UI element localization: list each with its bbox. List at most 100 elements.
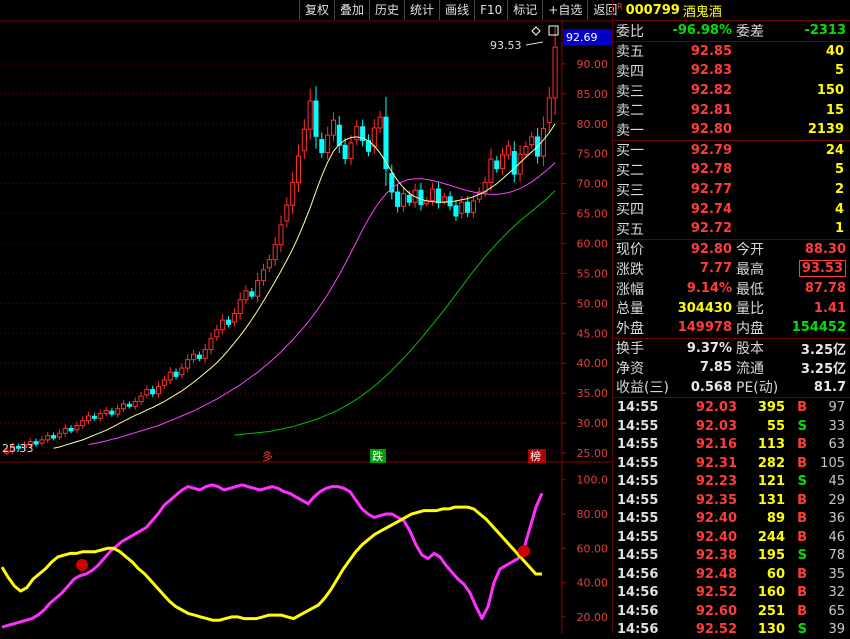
ask-volume: 15 <box>825 102 844 118</box>
tick-row: 14:55 92.31 282 B 105 <box>613 454 850 473</box>
stock-name[interactable]: 酒鬼酒 <box>683 1 722 20</box>
stat-label: PE(动) <box>736 380 779 397</box>
tick-side: B <box>797 455 807 471</box>
candle-body <box>266 259 272 269</box>
candle-body <box>290 181 296 206</box>
candle-body <box>208 338 214 350</box>
toolbar-button-2[interactable]: 历史 <box>369 0 404 20</box>
bid-volume: 1 <box>834 221 844 237</box>
tick-count: 36 <box>828 511 845 527</box>
marker-die-label: 跌 <box>372 449 383 463</box>
tick-price: 92.52 <box>695 622 737 638</box>
ask-volume: 150 <box>816 83 844 99</box>
osc-cross-marker <box>76 559 88 571</box>
bid-price[interactable]: 92.79 <box>650 143 732 158</box>
bid-label: 买一 <box>616 143 644 160</box>
candle-body <box>470 200 476 213</box>
tick-row: 14:55 92.03 395 B 97 <box>613 398 850 417</box>
tick-volume: 131 <box>757 492 785 508</box>
bid-price[interactable]: 92.74 <box>650 202 732 217</box>
tick-price: 92.03 <box>695 418 737 434</box>
tick-price: 92.48 <box>695 566 737 582</box>
tick-row: 14:55 92.03 55 S 33 <box>613 417 850 436</box>
toolbar-button-5[interactable]: F10 <box>474 0 507 20</box>
tick-volume: 244 <box>757 529 785 545</box>
ask-price[interactable]: 92.85 <box>650 44 732 59</box>
quote-label: 最低 <box>736 281 764 298</box>
bid-price[interactable]: 92.72 <box>650 221 732 236</box>
candle-body <box>249 291 255 297</box>
osc-tick-label: 100.0 <box>577 474 609 487</box>
candle-body <box>126 403 132 407</box>
candle-body <box>45 435 51 441</box>
ask-price[interactable]: 92.80 <box>650 122 732 137</box>
stats-list: 换手 9.37% 股本 3.25亿 净资 7.85 流通 3.25亿 收益(三) 0.568 PE(… <box>613 339 850 399</box>
toolbar-button-3[interactable]: 统计 <box>404 0 439 20</box>
bid-price[interactable]: 92.77 <box>650 182 732 197</box>
quote-label: 总量 <box>616 301 644 318</box>
ask-label: 卖五 <box>616 44 644 61</box>
candle-body <box>418 189 424 206</box>
candle-body <box>301 128 307 152</box>
bid-label: 买三 <box>616 182 644 199</box>
tick-count: 78 <box>828 548 845 564</box>
tick-time: 14:55 <box>617 437 659 453</box>
candle-body <box>371 127 377 148</box>
tick-price: 92.60 <box>695 603 737 619</box>
osc-tick-label: 60.00 <box>577 542 609 555</box>
ask-row: 卖四 92.83 5 <box>613 61 850 81</box>
bid-volume: 4 <box>834 201 844 217</box>
bid-price[interactable]: 92.78 <box>650 162 732 177</box>
candle-body <box>144 389 150 396</box>
tick-row: 14:55 92.40 244 B 46 <box>613 528 850 547</box>
price-tick-label: 65.00 <box>577 208 609 221</box>
ask-price[interactable]: 92.83 <box>650 63 732 78</box>
candle-body <box>103 410 109 415</box>
window-icon <box>548 25 559 36</box>
tick-volume: 121 <box>757 474 785 490</box>
current-price-label: 92.69 <box>566 31 598 44</box>
price-tick-label: 50.00 <box>577 297 609 310</box>
tick-time: 14:55 <box>617 400 659 416</box>
toolbar-button-0[interactable]: 复权 <box>299 0 334 20</box>
tick-time: 14:55 <box>617 474 659 490</box>
stock-code[interactable]: 000799 <box>626 3 680 18</box>
toolbar-button-4[interactable]: 画线 <box>439 0 474 20</box>
quote-value-wrap: 93.53 <box>772 260 846 278</box>
tick-row: 14:55 92.16 113 B 63 <box>613 435 850 454</box>
tick-volume: 251 <box>757 603 785 619</box>
candle-body <box>406 194 412 203</box>
tick-side: B <box>797 585 807 601</box>
stat-row: 换手 9.37% 股本 3.25亿 <box>613 339 850 359</box>
candle-body <box>243 290 249 301</box>
candle-body <box>336 124 342 146</box>
stat-row: 净资 7.85 流通 3.25亿 <box>613 358 850 378</box>
tick-side: B <box>797 529 807 545</box>
kline-chart[interactable]: 25.00 30.00 35.00 40.00 45.00 50.00 55.00 60.00… <box>0 0 612 634</box>
weibi-row: 委比 -96.98% 委差 -2313 <box>613 21 850 42</box>
ask-price[interactable]: 92.81 <box>650 103 732 118</box>
bid-row: 买三 92.77 2 <box>613 180 850 200</box>
candle-body <box>68 427 74 432</box>
ask-label: 卖一 <box>616 122 644 139</box>
toolbar-button-1[interactable]: 叠加 <box>334 0 369 20</box>
tick-price: 92.03 <box>695 400 737 416</box>
stat-value: 3.25亿 <box>800 362 846 378</box>
tick-side: S <box>797 622 807 638</box>
tick-side: B <box>797 437 807 453</box>
candle-body <box>307 100 313 130</box>
bid-label: 买五 <box>616 221 644 238</box>
marker-duo-label: 多 <box>262 449 273 463</box>
candle-body <box>500 154 506 170</box>
candle-body <box>295 155 302 183</box>
bid-row: 买二 92.78 5 <box>613 160 850 180</box>
quote-value: 88.30 <box>804 241 846 257</box>
tick-count: 33 <box>828 418 845 434</box>
toolbar-button-6[interactable]: 标记 <box>507 0 542 20</box>
weibi-value: -96.98% <box>672 23 732 39</box>
toolbar-button-7[interactable]: +自选 <box>542 0 587 20</box>
candle-body <box>115 408 121 415</box>
ask-price[interactable]: 92.82 <box>650 83 732 98</box>
tick-row: 14:55 92.23 121 S 45 <box>613 472 850 491</box>
candle-body <box>138 395 144 403</box>
